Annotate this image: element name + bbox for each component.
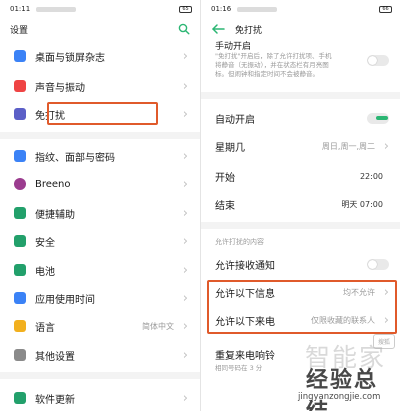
item-label: 便捷辅助 <box>35 209 75 221</box>
settings-item-software-update[interactable]: 软件更新 › <box>0 384 200 411</box>
chevron-right-icon: › <box>182 176 188 192</box>
item-value: 22:00 <box>359 171 383 181</box>
chevron-right-icon: › <box>182 290 188 306</box>
settings-item-accessibility[interactable]: 便捷辅助 › <box>0 199 200 227</box>
search-icon[interactable] <box>178 23 190 35</box>
settings-item-battery[interactable]: 电池 › <box>0 256 200 284</box>
item-label: 电池 <box>35 266 55 278</box>
item-label: Breeno <box>35 178 71 190</box>
chevron-right-icon: › <box>182 205 188 221</box>
update-icon <box>14 392 26 404</box>
desktop-icon <box>14 50 26 62</box>
allow-notify-row[interactable]: 允许接收通知 <box>201 250 400 278</box>
language-icon <box>14 320 26 332</box>
item-value: 明天 07:00 <box>341 199 383 209</box>
battery-setting-icon <box>14 264 26 276</box>
status-info-blurred <box>237 6 278 12</box>
fingerprint-icon <box>14 150 26 162</box>
divider <box>201 222 400 229</box>
chevron-right-icon: › <box>182 233 188 249</box>
desc-line: 标。但闹钟和指定时间不会被静音。 <box>215 70 319 78</box>
divider <box>0 132 200 139</box>
battery-icon: 66 <box>379 5 392 13</box>
chevron-right-icon: › <box>182 262 188 278</box>
auto-on-toggle[interactable] <box>367 112 389 124</box>
item-label: 其他设置 <box>35 351 75 363</box>
item-label: 手动开启 <box>215 41 252 52</box>
item-label: 允许接收通知 <box>215 260 275 272</box>
app-usage-icon <box>14 292 26 304</box>
sound-icon <box>14 80 26 92</box>
section-header: 允许打扰的内容 <box>215 238 264 246</box>
item-label: 声音与振动 <box>35 82 85 94</box>
breeno-icon <box>14 178 26 190</box>
watermark-title: 经验总结 <box>306 368 379 411</box>
settings-item-sound[interactable]: 声音与振动 › <box>0 72 200 100</box>
chevron-right-icon: › <box>182 48 188 64</box>
battery-icon: 65 <box>179 5 192 13</box>
item-label: 开始 <box>215 172 235 184</box>
status-info-blurred <box>36 6 77 12</box>
status-time: 01:16 <box>211 5 232 13</box>
back-arrow-icon[interactable] <box>211 23 225 35</box>
settings-item-other[interactable]: 其他设置 › <box>0 341 200 369</box>
settings-item-security[interactable]: 安全 › <box>0 227 200 255</box>
desc-line: "免打扰"开启后，除了允许打扰项、手机 <box>215 52 332 60</box>
start-time-row[interactable]: 开始 22:00 <box>201 162 400 190</box>
item-label: 应用使用时间 <box>35 294 95 306</box>
other-settings-icon <box>14 349 26 361</box>
chevron-right-icon: › <box>383 138 389 154</box>
watermark-badge: 搜狐 <box>373 334 395 349</box>
item-value: 周日,周一,周二 <box>321 141 375 151</box>
item-label: 安全 <box>35 237 55 249</box>
end-time-row[interactable]: 结束 明天 07:00 <box>201 190 400 218</box>
weekday-row[interactable]: 星期几 周日,周一,周二 › <box>201 132 400 160</box>
item-label: 指纹、面部与密码 <box>35 152 115 164</box>
chevron-right-icon: › <box>182 390 188 406</box>
manual-on-row[interactable]: 手动开启 <box>201 38 400 52</box>
divider <box>201 92 400 99</box>
accessibility-icon <box>14 207 26 219</box>
watermark-url: jingyanzongjie.com <box>298 392 381 402</box>
settings-item-app-usage[interactable]: 应用使用时间 › <box>0 284 200 312</box>
item-label: 语言 <box>35 322 55 334</box>
item-label: 软件更新 <box>35 394 75 406</box>
item-label: 星期几 <box>215 142 245 154</box>
manual-on-toggle[interactable] <box>367 55 389 66</box>
chevron-right-icon: › <box>182 148 188 164</box>
desc-line: 将静音（无振动），并在状态栏有月亮图 <box>215 61 329 69</box>
highlight-box <box>207 280 397 334</box>
page-title: 设置 <box>10 25 29 36</box>
highlight-box <box>47 102 158 125</box>
shield-icon <box>14 235 26 247</box>
page-title: 免打扰 <box>235 25 263 36</box>
settings-item-desktop-lockscreen[interactable]: 桌面与锁屏杂志 › <box>0 42 200 70</box>
status-time: 01:11 <box>10 5 31 13</box>
settings-item-fingerprint[interactable]: 指纹、面部与密码 › <box>0 142 200 170</box>
settings-item-language[interactable]: 语言 简体中文 › <box>0 312 200 340</box>
divider <box>0 372 200 379</box>
allow-notify-toggle[interactable] <box>367 258 389 270</box>
item-label: 自动开启 <box>215 114 255 126</box>
settings-panel: 01:11 65 设置 桌面与锁屏杂志 › 声音与振动 › 免打扰 › 指纹、面… <box>0 0 200 411</box>
chevron-right-icon: › <box>182 347 188 363</box>
chevron-right-icon: › <box>182 78 188 94</box>
item-label: 桌面与锁屏杂志 <box>35 52 105 64</box>
item-label: 结束 <box>215 200 235 212</box>
dnd-header: 免打扰 <box>201 18 400 40</box>
chevron-right-icon: › <box>182 318 188 334</box>
moon-icon <box>14 108 26 120</box>
chevron-right-icon: › <box>182 106 188 122</box>
settings-header: 设置 <box>0 18 200 40</box>
item-value: 简体中文 <box>142 321 174 331</box>
status-bar: 01:16 66 <box>201 0 400 18</box>
dnd-description: "免打扰"开启后，除了允许打扰项、手机 将静音（无振动），并在状态栏有月亮图 标… <box>215 52 365 79</box>
status-bar: 01:11 65 <box>0 0 200 18</box>
settings-item-breeno[interactable]: Breeno › <box>0 170 200 198</box>
auto-on-row[interactable]: 自动开启 <box>201 104 400 132</box>
